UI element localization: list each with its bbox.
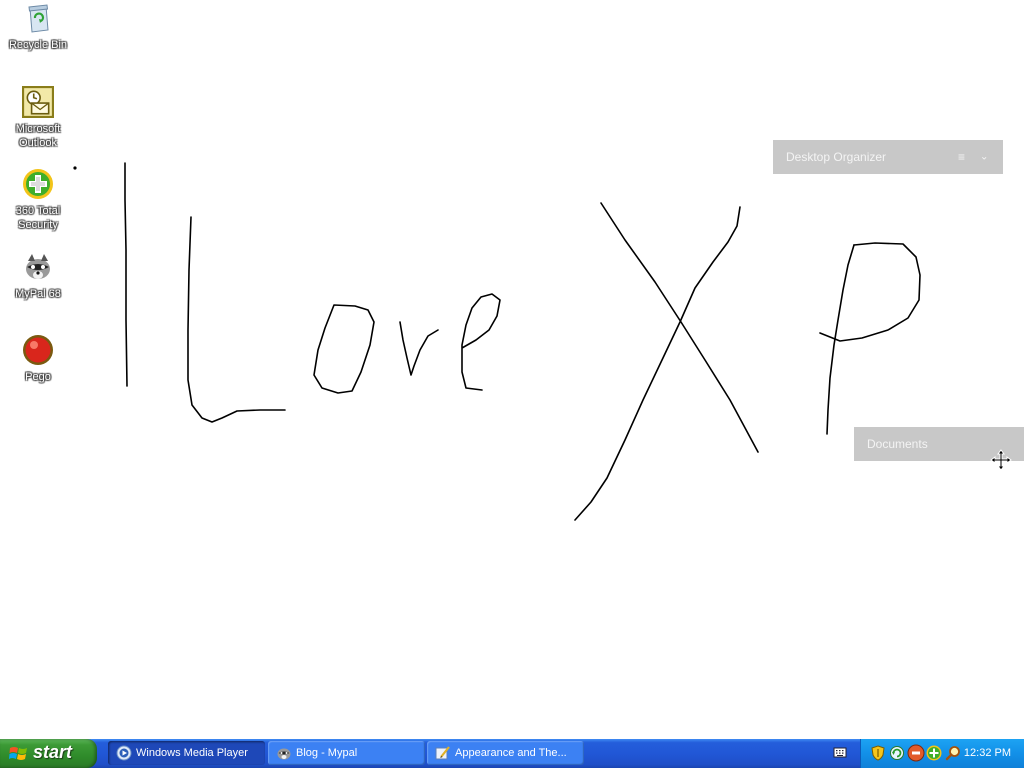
taskbar-item-windows-media-player[interactable]: Windows Media Player (108, 741, 265, 765)
taskbar-item-label: Appearance and The... (455, 747, 567, 759)
system-tray: 12:32 PM (860, 739, 1024, 768)
desktop-icon-recycle-bin[interactable]: Recycle Bin (0, 2, 76, 52)
outlook-icon (22, 86, 54, 118)
desktop-icon-360-security[interactable]: 360 Total Security (0, 168, 76, 232)
start-label: start (33, 742, 73, 762)
chevron-down-icon[interactable]: ⌄ (980, 152, 988, 163)
desktop-icon-label: Pego (25, 371, 51, 383)
fence-title: Documents (867, 437, 928, 451)
fence-title: Desktop Organizer (786, 150, 887, 164)
taskbar-item-label: Blog - Mypal (296, 747, 358, 759)
windows-logo-icon (9, 747, 27, 760)
clock[interactable]: 12:32 PM (964, 739, 1011, 768)
start-button[interactable]: start (0, 739, 97, 768)
media-player-icon (116, 745, 132, 761)
shield-icon[interactable] (871, 745, 885, 761)
desktop-icon-label: Security (18, 219, 58, 231)
taskbar-item-appearance[interactable]: Appearance and The... (427, 741, 584, 765)
hamburger-menu-icon[interactable]: ≡ (958, 150, 965, 164)
desktop-organizer-fence[interactable]: Desktop Organizer ≡ ⌄ (773, 140, 1003, 174)
desktop-icon-outlook[interactable]: Microsoft Outlook (0, 86, 76, 150)
desktop[interactable]: Recycle Bin Microsoft Outlook 360 Total … (0, 0, 1024, 739)
taskbar: start Windows Media Player Blog - Mypal … (0, 739, 1024, 768)
search-icon[interactable] (945, 745, 961, 761)
recycle-bin-icon (28, 4, 49, 33)
360-security-icon[interactable] (926, 745, 942, 761)
keyboard-icon[interactable] (833, 745, 847, 759)
control-panel-icon (435, 746, 450, 760)
desktop-icon-label: Microsoft (15, 123, 61, 135)
taskbar-item-blog-mypal[interactable]: Blog - Mypal (268, 741, 425, 765)
desktop-icon-mypal[interactable]: MyPal 68 (0, 251, 76, 301)
refresh-icon[interactable] (889, 745, 905, 761)
stop-icon[interactable] (907, 744, 925, 762)
pego-icon (23, 335, 53, 365)
taskbar-item-label: Windows Media Player (136, 747, 248, 759)
desktop-icon-label: MyPal 68 (15, 288, 61, 300)
360-security-icon (23, 169, 53, 199)
freehand-drawing (73, 162, 921, 521)
move-cursor-icon (990, 449, 1012, 471)
desktop-icon-label: Recycle Bin (8, 39, 68, 51)
desktop-icon-label: Outlook (19, 137, 57, 149)
desktop-icon-label: 360 Total (15, 205, 61, 217)
desktop-icon-pego[interactable]: Pego (0, 334, 76, 384)
mypal-icon (26, 254, 50, 279)
mypal-icon (277, 748, 291, 760)
